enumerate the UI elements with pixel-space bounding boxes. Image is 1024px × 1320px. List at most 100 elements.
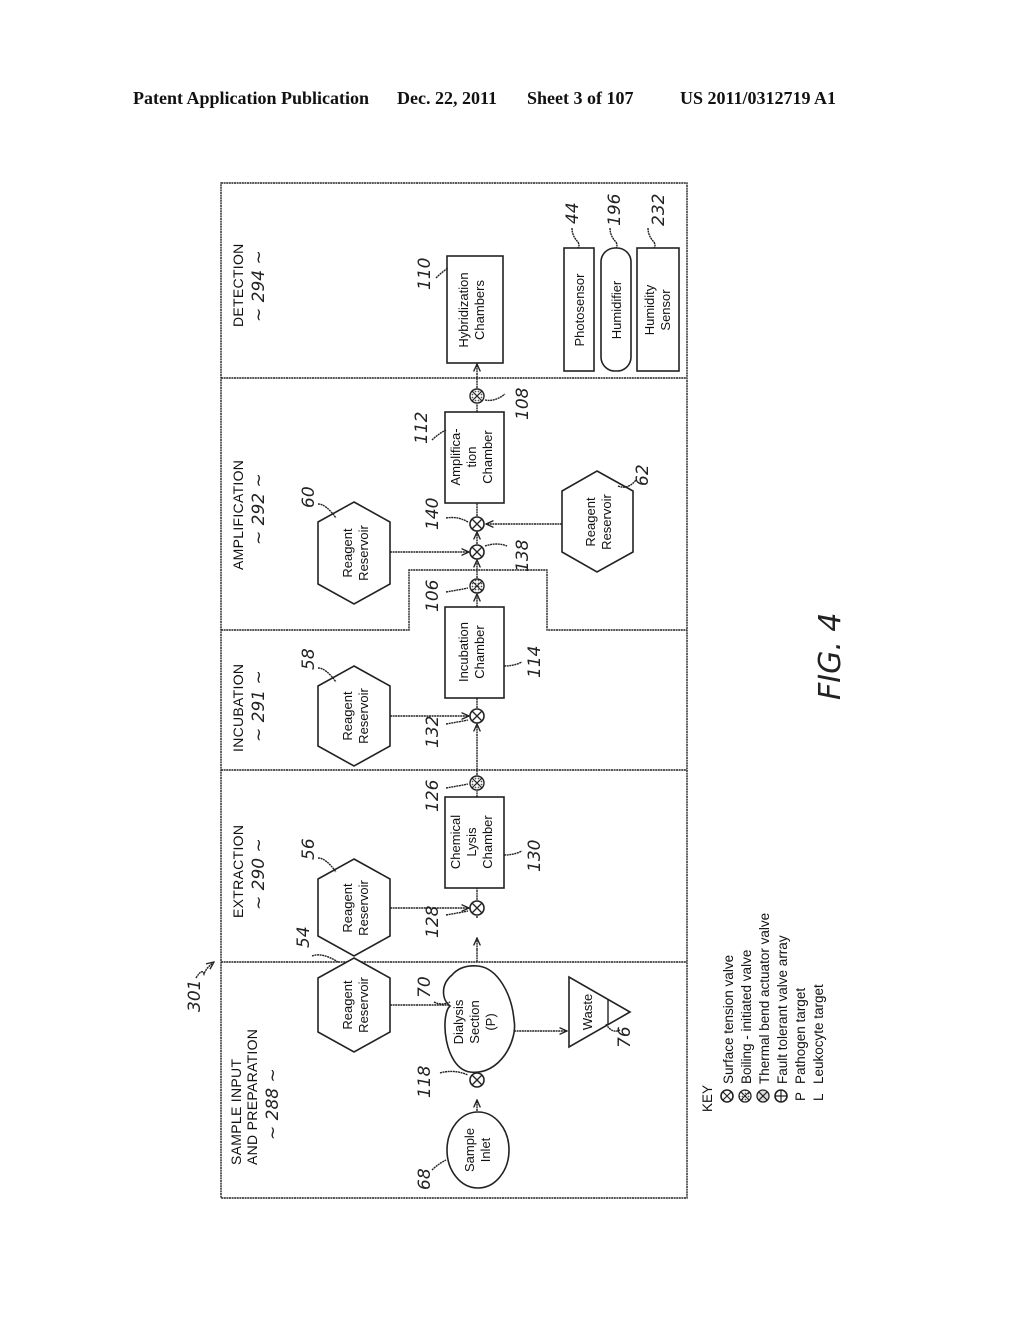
legend-item-thermal-bend-actuator-valve: Thermal bend actuator valve [756, 913, 772, 1103]
ref-130: 130 [525, 840, 545, 872]
svg-text:~ 294 ~: ~ 294 ~ [249, 250, 269, 322]
leader-128 [445, 910, 469, 916]
reagent-reservoir-54: Reagent Reservoir [317, 957, 391, 1053]
leader-70 [433, 1001, 451, 1005]
lane-title-sample-input: SAMPLE INPUT AND PREPARATION ~ 288 ~ [228, 1029, 283, 1165]
leader-138 [484, 543, 508, 547]
svg-text:Waste: Waste [580, 994, 595, 1030]
ref-138: 138 [513, 539, 533, 572]
svg-text:Hybridization: Hybridization [456, 272, 471, 347]
pathogen-symbol: P [793, 1092, 808, 1101]
dialysis-section: Dialysis Section (P) [442, 965, 516, 1073]
legend: KEY Surface tension valve Boiling - init… [700, 913, 826, 1112]
svg-text:AND PREPARATION: AND PREPARATION [244, 1029, 260, 1165]
svg-text:Reagent: Reagent [340, 883, 355, 933]
svg-text:Incubation: Incubation [456, 622, 471, 682]
ref-70: 70 [415, 976, 435, 998]
svg-text:Humidity: Humidity [642, 284, 657, 335]
svg-text:Inlet: Inlet [478, 1137, 493, 1162]
svg-text:tion: tion [464, 447, 479, 468]
ref-140: 140 [423, 498, 443, 530]
svg-text:Humidifier: Humidifier [609, 280, 624, 339]
legend-item-boiling-initiated-valve: Boiling - initiated valve [738, 950, 754, 1103]
svg-text:Reservoir: Reservoir [356, 977, 371, 1033]
leader-301 [195, 962, 214, 979]
boiling-initiated-valve-icon [738, 1089, 752, 1103]
ref-132: 132 [423, 716, 443, 748]
svg-text:AMPLIFICATION: AMPLIFICATION [230, 460, 246, 570]
svg-text:SAMPLE INPUT: SAMPLE INPUT [228, 1059, 244, 1165]
reagent-reservoir-56: Reagent Reservoir [317, 858, 391, 957]
lane-title-detection: DETECTION ~ 294 ~ [230, 243, 269, 327]
valve-138-surface-tension [469, 544, 485, 560]
ref-118: 118 [415, 1065, 435, 1098]
svg-text:Reagent: Reagent [340, 980, 355, 1030]
valve-126-boiling-initiated [469, 775, 485, 791]
svg-text:Reservoir: Reservoir [356, 880, 371, 936]
valve-132-surface-tension [469, 708, 485, 724]
ref-62: 62 [633, 464, 653, 486]
svg-text:Reagent: Reagent [583, 497, 598, 547]
svg-text:Lysis: Lysis [464, 827, 479, 857]
ref-106: 106 [423, 579, 443, 612]
ref-54: 54 [294, 926, 314, 948]
svg-text:~ 290 ~: ~ 290 ~ [249, 838, 269, 910]
svg-text:Dialysis: Dialysis [451, 999, 466, 1044]
figure-label: FIG. 4 [813, 612, 848, 700]
svg-text:Pathogen target: Pathogen target [793, 988, 808, 1084]
leader-108 [484, 393, 506, 402]
legend-title: KEY [700, 1085, 715, 1112]
valve-140-surface-tension [469, 516, 485, 532]
legend-item-fault-tolerant-valve-array: Fault tolerant valve array [774, 935, 790, 1103]
svg-text:Chemical: Chemical [448, 815, 463, 869]
svg-text:Sensor: Sensor [658, 289, 673, 331]
reagent-reservoir-58: Reagent Reservoir [317, 665, 391, 767]
ref-301: 301 [185, 980, 205, 1012]
incubation-chamber: Incubation Chamber [444, 606, 505, 699]
svg-text:EXTRACTION: EXTRACTION [230, 825, 246, 918]
ref-232: 232 [649, 194, 669, 226]
svg-text:Reagent: Reagent [340, 528, 355, 578]
svg-text:Amplifica-: Amplifica- [448, 428, 463, 485]
svg-text:Reservoir: Reservoir [356, 525, 371, 581]
leader-126 [445, 783, 469, 789]
thermal-bend-actuator-valve-icon [756, 1089, 770, 1103]
ref-58: 58 [299, 648, 319, 670]
leader-112 [431, 429, 447, 441]
ref-196: 196 [605, 193, 625, 226]
valve-106-boiling-initiated [469, 578, 485, 594]
leader-118 [439, 1070, 469, 1076]
fig4-diagram: SAMPLE INPUT AND PREPARATION ~ 288 ~ EXT… [185, 182, 848, 1199]
ref-60: 60 [299, 486, 319, 508]
photosensor: Photosensor [563, 247, 595, 372]
svg-text:DETECTION: DETECTION [230, 243, 246, 327]
amplification-chamber: Amplifica- tion Chamber [444, 411, 505, 504]
svg-text:~ 292 ~: ~ 292 ~ [249, 473, 269, 545]
ref-76: 76 [615, 1026, 635, 1048]
svg-text:Fault tolerant valve array: Fault tolerant valve array [775, 935, 790, 1084]
chemical-lysis-chamber: Chemical Lysis Chamber [444, 796, 505, 889]
svg-text:Chamber: Chamber [480, 430, 495, 484]
leader-44 [571, 227, 580, 249]
svg-text:Chamber: Chamber [472, 625, 487, 679]
svg-text:~ 288 ~: ~ 288 ~ [263, 1068, 283, 1140]
leader-54 [311, 954, 339, 963]
lane-title-amplification: AMPLIFICATION ~ 292 ~ [230, 460, 269, 570]
legend-item-pathogen-target: P Pathogen target [793, 988, 808, 1101]
svg-text:Surface tension valve: Surface tension valve [721, 955, 736, 1084]
svg-text:~ 291 ~: ~ 291 ~ [249, 670, 269, 742]
svg-text:Thermal bend actuator valve: Thermal bend actuator valve [757, 913, 772, 1084]
valve-108-boiling-initiated [469, 388, 485, 404]
svg-text:Chambers: Chambers [472, 280, 487, 340]
legend-item-surface-tension-valve: Surface tension valve [720, 955, 736, 1103]
ref-112: 112 [412, 412, 432, 444]
ref-68: 68 [415, 1168, 435, 1190]
ref-108: 108 [513, 387, 533, 420]
fault-tolerant-valve-array-icon [774, 1089, 788, 1103]
svg-text:Leukocyte target: Leukocyte target [811, 984, 826, 1084]
valve-128-surface-tension [469, 900, 485, 916]
svg-text:Photosensor: Photosensor [572, 273, 587, 347]
lane-title-incubation: INCUBATION ~ 291 ~ [230, 664, 269, 752]
leader-140 [445, 516, 469, 523]
leader-232 [647, 227, 656, 249]
